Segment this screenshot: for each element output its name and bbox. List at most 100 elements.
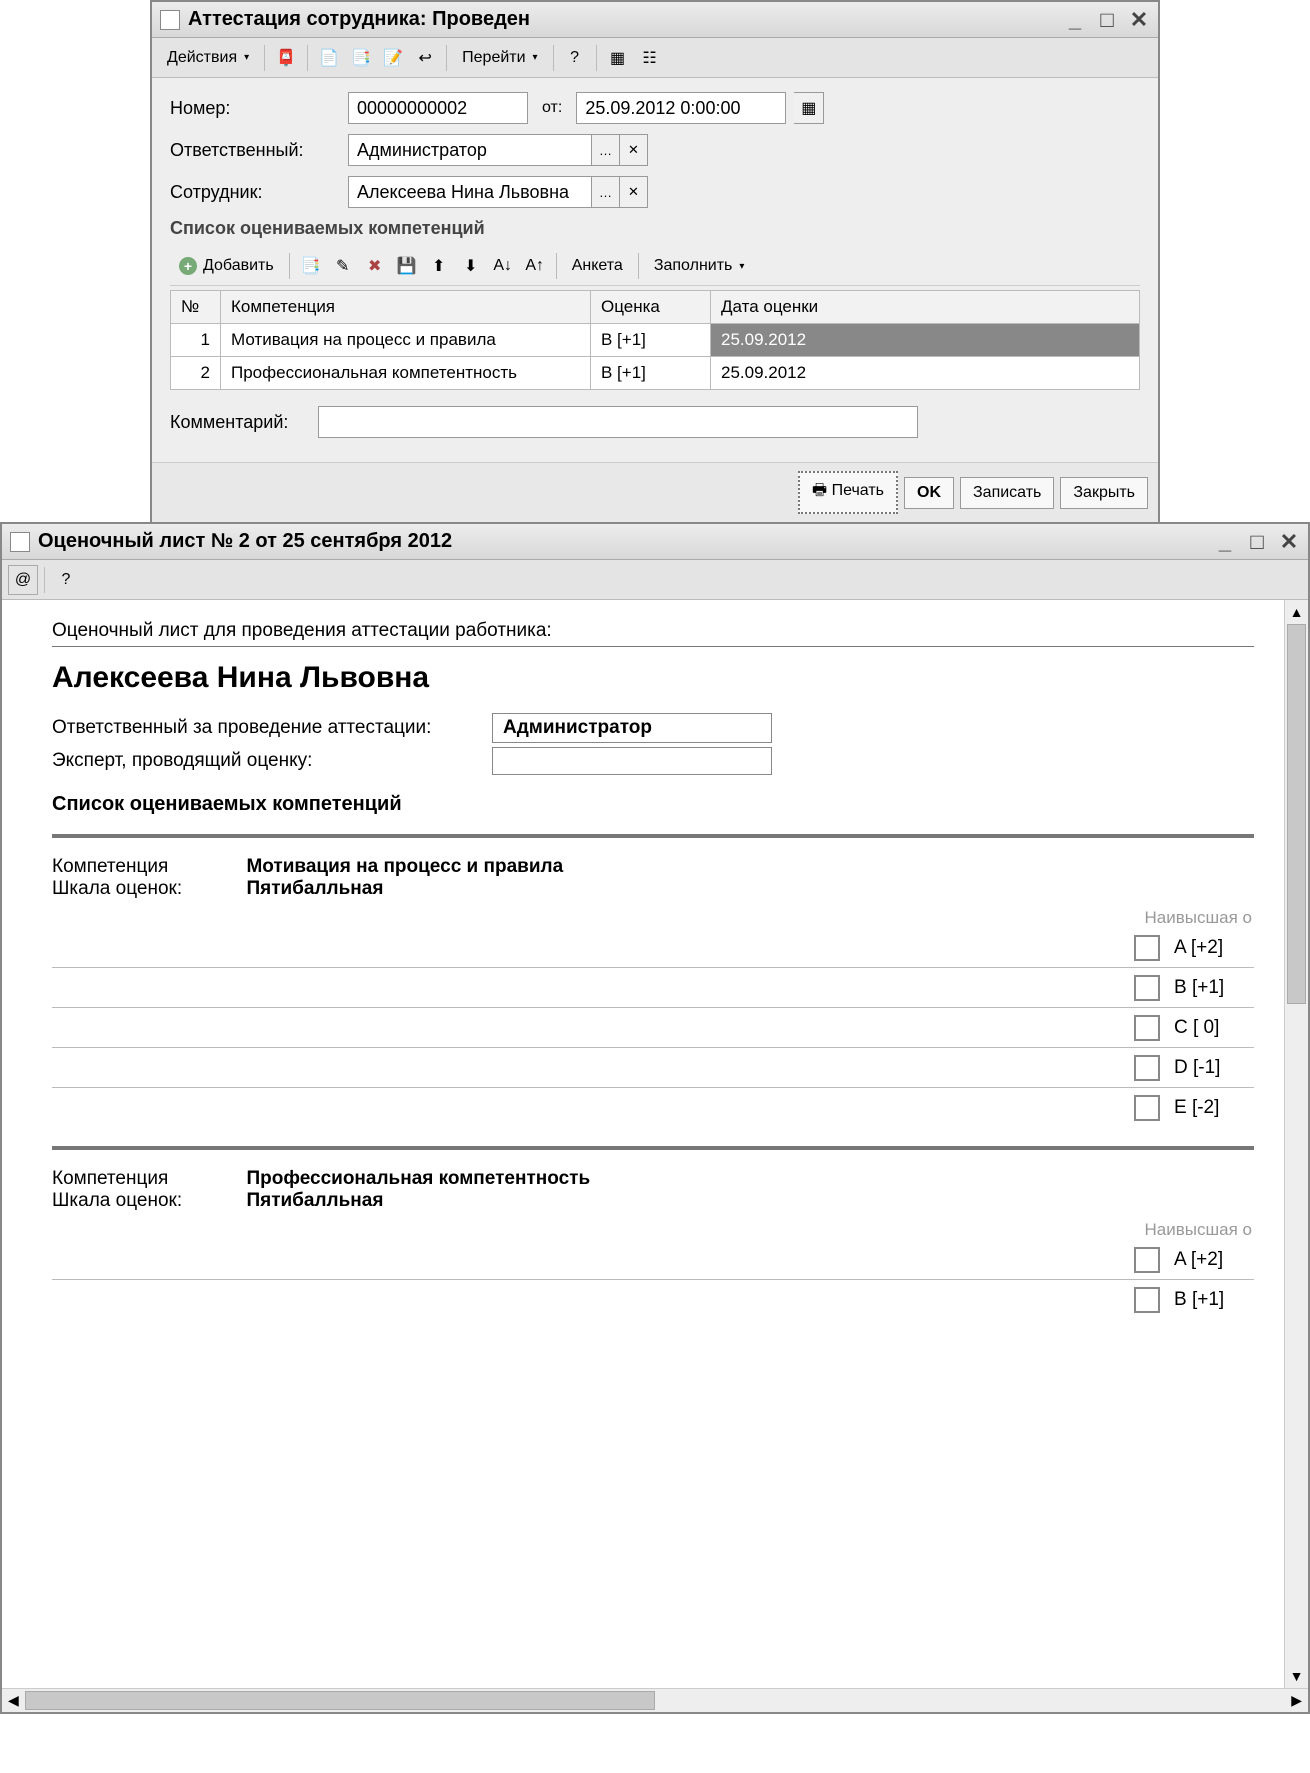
post-close-icon[interactable]: 📄 [314,43,344,73]
scroll-down-icon[interactable]: ▼ [1290,1664,1304,1688]
table-header-row: № Компетенция Оценка Дата оценки [171,291,1140,324]
document-content[interactable]: Оценочный лист для проведения аттестации… [2,600,1284,1688]
add-button[interactable]: + Добавить [170,252,283,280]
sort-desc-icon[interactable]: A↑ [520,251,550,281]
scale-option[interactable]: D [-1] [52,1048,1254,1088]
select-clear-icon[interactable]: ✕ [619,135,647,165]
scroll-track[interactable] [25,1689,1285,1712]
printer-icon: 🖶 [812,482,832,499]
titlebar: Оценочный лист № 2 от 25 сентября 2012 _… [2,524,1308,560]
scale-label-text: D [-1] [1174,1057,1254,1079]
responsible-field[interactable]: Администратор … ✕ [348,134,648,166]
help-icon[interactable]: ? [560,43,590,73]
scale-name: Пятибалльная [246,878,383,899]
comment-label: Комментарий: [170,412,310,433]
fill-menu[interactable]: Заполнить [645,252,754,280]
scale-option[interactable]: C [ 0] [52,1008,1254,1048]
col-date[interactable]: Дата оценки [711,291,1140,324]
scale-label-text: B [+1] [1174,1289,1254,1311]
cell-competency: Мотивация на процесс и правила [221,324,591,357]
col-num[interactable]: № [171,291,221,324]
scroll-up-icon[interactable]: ▲ [1290,600,1304,624]
competency-block: Компетенция Профессиональная компетентно… [52,1168,1254,1320]
cell-grade: B [+1] [591,357,711,390]
window-title: Аттестация сотрудника: Проведен [188,8,1064,31]
goto-menu[interactable]: Перейти [453,44,546,72]
table-row[interactable]: 2 Профессиональная компетентность B [+1]… [171,357,1140,390]
copy-icon[interactable]: 📑 [346,43,376,73]
select-open-icon[interactable]: … [591,177,619,207]
date-field[interactable]: 25.09.2012 0:00:00 [576,92,786,124]
help-icon[interactable]: ? [51,565,81,595]
checkbox[interactable] [1134,1095,1160,1121]
checkbox[interactable] [1134,975,1160,1001]
delete-row-icon[interactable]: ✖ [360,251,390,281]
scale-label-text: C [ 0] [1174,1017,1254,1039]
scale-option[interactable]: B [+1] [52,1280,1254,1320]
move-up-icon[interactable]: ⬆ [424,251,454,281]
maximize-button[interactable]: □ [1096,7,1118,33]
col-grade[interactable]: Оценка [591,291,711,324]
col-competency[interactable]: Компетенция [221,291,591,324]
email-icon[interactable]: @ [8,565,38,595]
scroll-right-icon[interactable]: ▶ [1285,1692,1308,1709]
checkbox[interactable] [1134,1287,1160,1313]
comment-row: Комментарий: [170,406,1140,438]
minimize-button[interactable]: _ [1214,529,1236,555]
save-button[interactable]: Записать [960,477,1054,509]
select-clear-icon[interactable]: ✕ [619,177,647,207]
scale-option[interactable]: B [+1] [52,968,1254,1008]
scroll-track[interactable] [1285,624,1308,1664]
document-icon [10,532,30,552]
ok-button[interactable]: OK [904,477,954,509]
form-body: Номер: 00000000002 от: 25.09.2012 0:00:0… [152,78,1158,462]
from-label: от: [542,99,562,117]
actions-menu[interactable]: Действия [158,44,258,72]
comment-field[interactable] [318,406,918,438]
horizontal-scrollbar[interactable]: ◀ ▶ [2,1688,1308,1712]
edit-row-icon[interactable]: ✎ [328,251,358,281]
plus-icon: + [179,257,197,275]
vertical-scrollbar[interactable]: ▲ ▼ [1284,600,1308,1688]
print-button[interactable]: 🖶 Печать [798,471,898,514]
close-form-button[interactable]: Закрыть [1060,477,1148,509]
settings-icon[interactable]: ☷ [635,43,665,73]
calendar-icon[interactable]: ▦ [794,92,824,124]
responsible-value: Администратор [492,713,772,743]
checkbox[interactable] [1134,1247,1160,1273]
scroll-left-icon[interactable]: ◀ [2,1692,25,1709]
sort-asc-icon[interactable]: A↓ [488,251,518,281]
maximize-button[interactable]: □ [1246,529,1268,555]
checkbox[interactable] [1134,1015,1160,1041]
separator [553,45,554,71]
post-icon[interactable]: 📮 [271,43,301,73]
scale-option[interactable]: A [+2] [52,1240,1254,1280]
close-button[interactable]: ✕ [1128,7,1150,33]
minimize-button[interactable]: _ [1064,7,1086,33]
move-down-icon[interactable]: ⬇ [456,251,486,281]
scale-option[interactable]: A [+2] [52,928,1254,968]
close-button[interactable]: ✕ [1278,529,1300,555]
layout-icon[interactable]: ▦ [603,43,633,73]
table-row[interactable]: 1 Мотивация на процесс и правила B [+1] … [171,324,1140,357]
window-title: Оценочный лист № 2 от 25 сентября 2012 [38,530,1214,553]
cell-date[interactable]: 25.09.2012 [711,324,1140,357]
doc-toolbar: @ ? [2,560,1308,600]
anketa-button[interactable]: Анкета [563,252,632,280]
scale-option[interactable]: E [-2] [52,1088,1254,1128]
list-toolbar: + Добавить 📑 ✎ ✖ 💾 ⬆ ⬇ A↓ A↑ Анкета Запо… [170,247,1140,286]
scroll-thumb[interactable] [25,1691,655,1710]
titlebar: Аттестация сотрудника: Проведен _ □ ✕ [152,2,1158,38]
employee-field[interactable]: Алексеева Нина Львовна … ✕ [348,176,648,208]
based-on-icon[interactable]: 📝 [378,43,408,73]
number-field[interactable]: 00000000002 [348,92,528,124]
scroll-thumb[interactable] [1287,624,1306,1004]
competencies-table[interactable]: № Компетенция Оценка Дата оценки 1 Мотив… [170,290,1140,390]
undo-post-icon[interactable]: ↩ [410,43,440,73]
checkbox[interactable] [1134,935,1160,961]
copy-row-icon[interactable]: 📑 [296,251,326,281]
select-open-icon[interactable]: … [591,135,619,165]
scale-label-text: E [-2] [1174,1097,1254,1119]
checkbox[interactable] [1134,1055,1160,1081]
save-row-icon[interactable]: 💾 [392,251,422,281]
